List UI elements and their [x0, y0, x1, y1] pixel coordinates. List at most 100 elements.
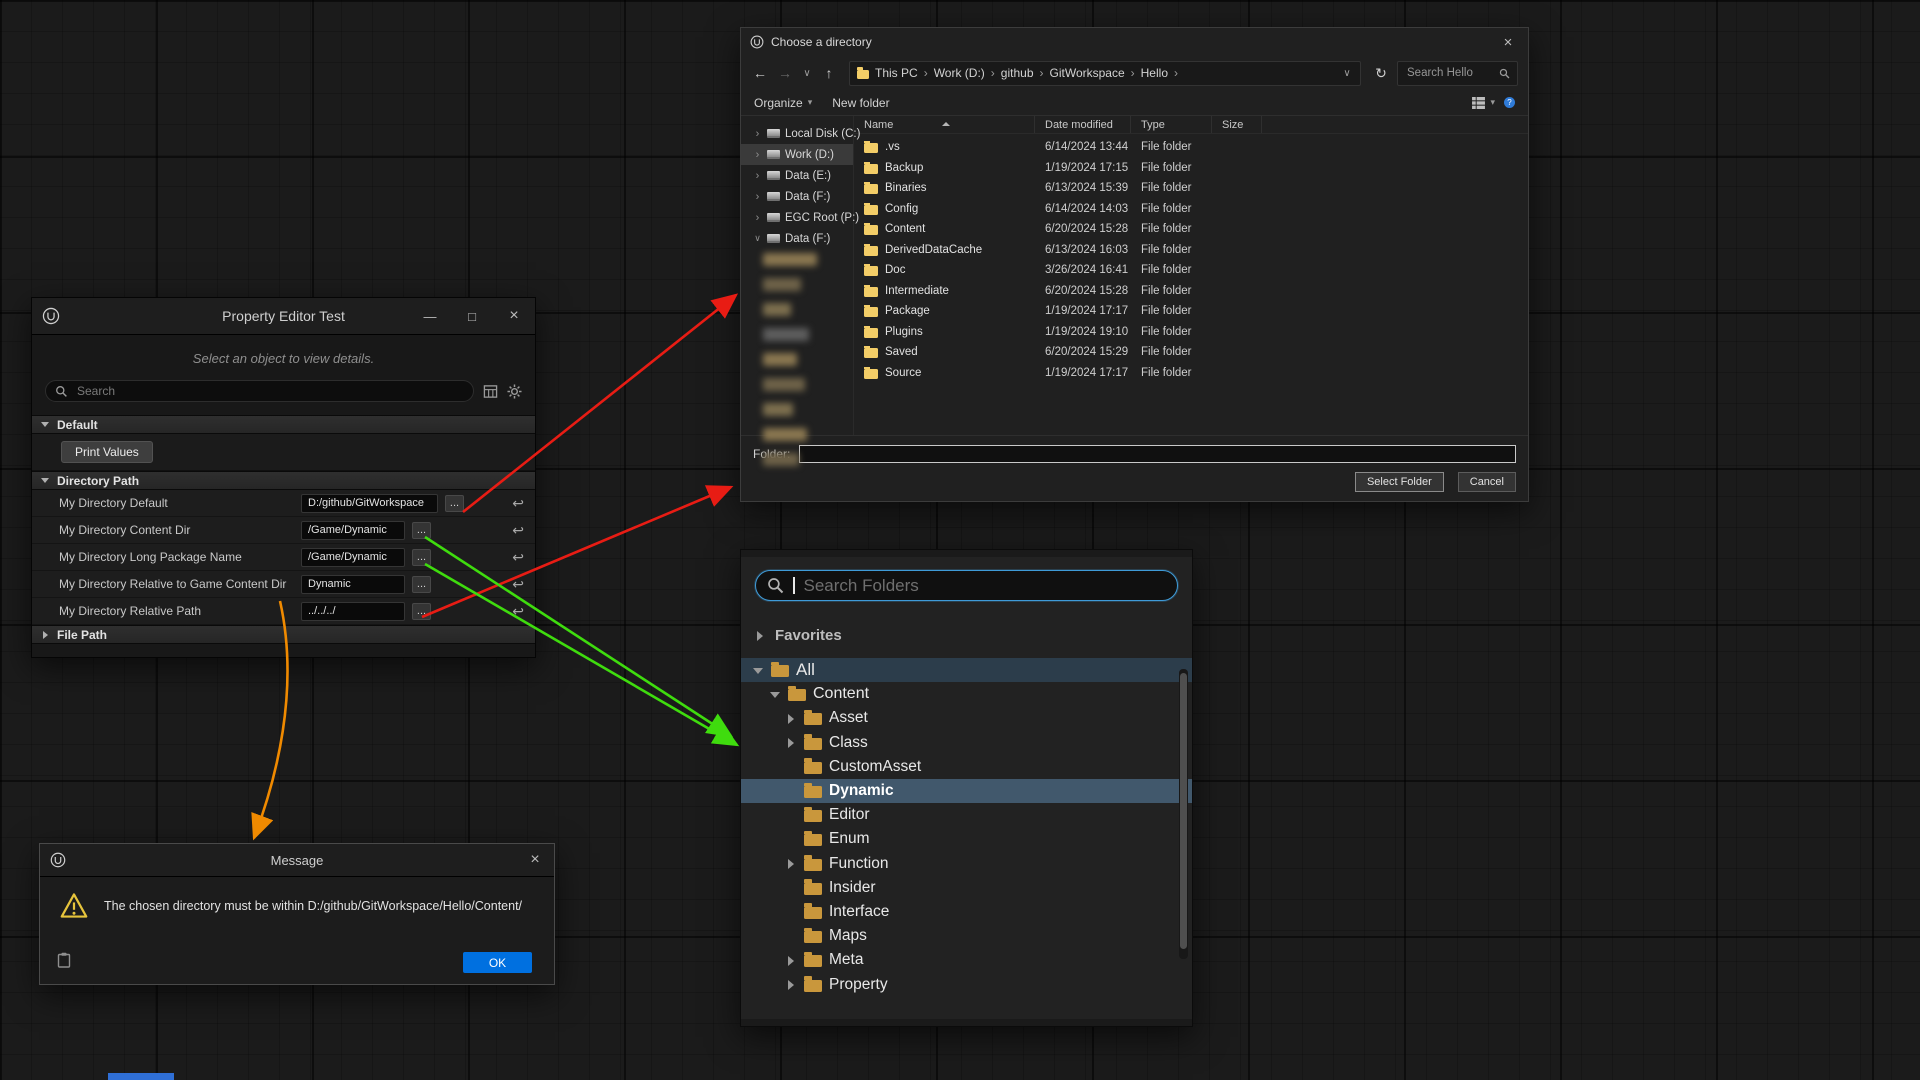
dialog-search-input[interactable] — [1405, 66, 1499, 80]
history-chevron-icon[interactable]: ∨ — [801, 68, 813, 79]
expand-arrow-icon[interactable] — [786, 713, 797, 724]
file-row[interactable]: Binaries6/13/2024 15:39File folder — [854, 178, 1528, 199]
file-row[interactable]: Package1/19/2024 17:17File folder — [854, 301, 1528, 322]
browse-ellipsis-button[interactable]: ... — [412, 549, 431, 566]
collapse-arrow-icon[interactable] — [753, 665, 764, 676]
view-mode-button[interactable]: ▾ — [1472, 97, 1495, 109]
expand-arrow-icon[interactable] — [786, 955, 797, 966]
browse-ellipsis-button[interactable]: ... — [412, 576, 431, 593]
tree-item-dynamic[interactable]: Dynamic — [741, 779, 1192, 803]
breadcrumb-segment[interactable]: github — [998, 66, 1037, 80]
file-row[interactable]: Source1/19/2024 17:17File folder — [854, 363, 1528, 384]
tree-item-property[interactable]: Property — [741, 972, 1192, 996]
folder-name-input[interactable] — [799, 445, 1516, 463]
file-row[interactable]: DerivedDataCache6/13/2024 16:03File fold… — [854, 240, 1528, 261]
expand-chevron-icon[interactable]: › — [753, 212, 762, 224]
expand-chevron-icon[interactable]: › — [753, 170, 762, 182]
tree-item-function[interactable]: Function — [741, 852, 1192, 876]
expand-arrow-icon[interactable] — [786, 979, 797, 990]
collapse-arrow-icon[interactable] — [770, 689, 781, 700]
maximize-button[interactable]: □ — [451, 298, 493, 334]
close-button[interactable]: × — [516, 844, 554, 876]
breadcrumb-segment[interactable]: Hello — [1138, 66, 1171, 80]
expand-arrow-icon[interactable] — [755, 630, 766, 641]
property-value-field[interactable]: Dynamic — [301, 575, 405, 594]
breadcrumb-segment[interactable]: Work (D:) — [931, 66, 988, 80]
property-value-field[interactable]: D:/github/GitWorkspace — [301, 494, 438, 513]
reset-to-default-icon[interactable]: ↩ — [512, 495, 524, 512]
tree-item-all[interactable]: All — [741, 658, 1192, 682]
tree-item-editor[interactable]: Editor — [741, 803, 1192, 827]
property-search-box[interactable] — [45, 380, 474, 402]
breadcrumb[interactable]: This PC › Work (D:) › github › GitWorksp… — [849, 61, 1361, 86]
expand-chevron-icon[interactable]: › — [753, 191, 762, 203]
folder-search-box[interactable]: Search Folders — [755, 570, 1178, 601]
collapse-chevron-icon[interactable]: ∨ — [753, 233, 762, 244]
back-icon[interactable]: ← — [751, 65, 769, 81]
file-row[interactable]: Config6/14/2024 14:03File folder — [854, 199, 1528, 220]
sidebar-item-data-f-expanded[interactable]: ∨ Data (F:) — [741, 228, 853, 249]
copy-to-clipboard-icon[interactable] — [57, 952, 71, 973]
reset-to-default-icon[interactable]: ↩ — [512, 549, 524, 566]
sidebar-item-work-d[interactable]: › Work (D:) — [741, 144, 853, 165]
sidebar-item-data-f[interactable]: › Data (F:) — [741, 186, 853, 207]
tree-item-enum[interactable]: Enum — [741, 827, 1192, 851]
section-header-file-path[interactable]: File Path — [32, 625, 535, 644]
property-editor-titlebar[interactable]: Property Editor Test — □ × — [32, 298, 535, 335]
close-button[interactable]: × — [1488, 28, 1528, 56]
tree-item-insider[interactable]: Insider — [741, 876, 1192, 900]
tree-item-content[interactable]: Content — [741, 682, 1192, 706]
reset-to-default-icon[interactable]: ↩ — [512, 603, 524, 620]
new-folder-button[interactable]: New folder — [832, 96, 889, 110]
expand-chevron-icon[interactable]: › — [753, 149, 762, 161]
section-header-default[interactable]: Default — [32, 415, 535, 434]
browse-ellipsis-button[interactable]: ... — [445, 495, 464, 512]
property-value-field[interactable]: ../../../ — [301, 602, 405, 621]
file-row[interactable]: .vs6/14/2024 13:44File folder — [854, 137, 1528, 158]
tree-item-maps[interactable]: Maps — [741, 924, 1192, 948]
browse-ellipsis-button[interactable]: ... — [412, 603, 431, 620]
print-values-button[interactable]: Print Values — [61, 441, 153, 463]
cancel-button[interactable]: Cancel — [1458, 472, 1516, 492]
ok-button[interactable]: OK — [463, 952, 532, 973]
tree-item-class[interactable]: Class — [741, 731, 1192, 755]
tree-item-interface[interactable]: Interface — [741, 900, 1192, 924]
file-row[interactable]: Saved6/20/2024 15:29File folder — [854, 342, 1528, 363]
expand-chevron-icon[interactable]: › — [753, 128, 762, 140]
close-button[interactable]: × — [493, 298, 535, 334]
minimize-button[interactable]: — — [409, 298, 451, 334]
column-header-name[interactable]: Name — [854, 116, 1035, 133]
column-header-type[interactable]: Type — [1131, 116, 1212, 133]
expand-arrow-icon[interactable] — [786, 737, 797, 748]
breadcrumb-segment[interactable]: GitWorkspace — [1047, 66, 1128, 80]
message-titlebar[interactable]: Message × — [40, 844, 554, 877]
scrollbar-thumb[interactable] — [1180, 673, 1187, 949]
refresh-icon[interactable]: ↻ — [1372, 65, 1390, 82]
file-row[interactable]: Intermediate6/20/2024 15:28File folder — [854, 281, 1528, 302]
file-row[interactable]: Plugins1/19/2024 19:10File folder — [854, 322, 1528, 343]
file-row[interactable]: Backup1/19/2024 17:15File folder — [854, 158, 1528, 179]
property-value-field[interactable]: /Game/Dynamic — [301, 548, 405, 567]
scrollbar-track[interactable] — [1179, 669, 1188, 959]
settings-gear-icon[interactable] — [507, 384, 522, 399]
dialog-titlebar[interactable]: Choose a directory × — [741, 28, 1528, 56]
file-row[interactable]: Content6/20/2024 15:28File folder — [854, 219, 1528, 240]
reset-to-default-icon[interactable]: ↩ — [512, 576, 524, 593]
tree-item-customasset[interactable]: CustomAsset — [741, 755, 1192, 779]
column-header-size[interactable]: Size — [1212, 116, 1262, 133]
sidebar-item-egc-root-p[interactable]: › EGC Root (P:) — [741, 207, 853, 228]
section-header-directory-path[interactable]: Directory Path — [32, 471, 535, 490]
help-icon[interactable]: ? — [1504, 97, 1515, 108]
dialog-search-box[interactable] — [1397, 61, 1518, 86]
sidebar-item-local-disk-c[interactable]: › Local Disk (C:) — [741, 123, 853, 144]
property-search-input[interactable] — [75, 383, 464, 399]
expand-arrow-icon[interactable] — [786, 858, 797, 869]
organize-menu[interactable]: Organize ▾ — [754, 96, 812, 110]
column-view-icon[interactable] — [483, 384, 498, 399]
tree-item-meta[interactable]: Meta — [741, 948, 1192, 972]
tree-item-asset[interactable]: Asset — [741, 706, 1192, 730]
sidebar-item-data-e[interactable]: › Data (E:) — [741, 165, 853, 186]
breadcrumb-segment[interactable]: This PC — [872, 66, 921, 80]
up-icon[interactable]: ↑ — [820, 65, 838, 81]
reset-to-default-icon[interactable]: ↩ — [512, 522, 524, 539]
